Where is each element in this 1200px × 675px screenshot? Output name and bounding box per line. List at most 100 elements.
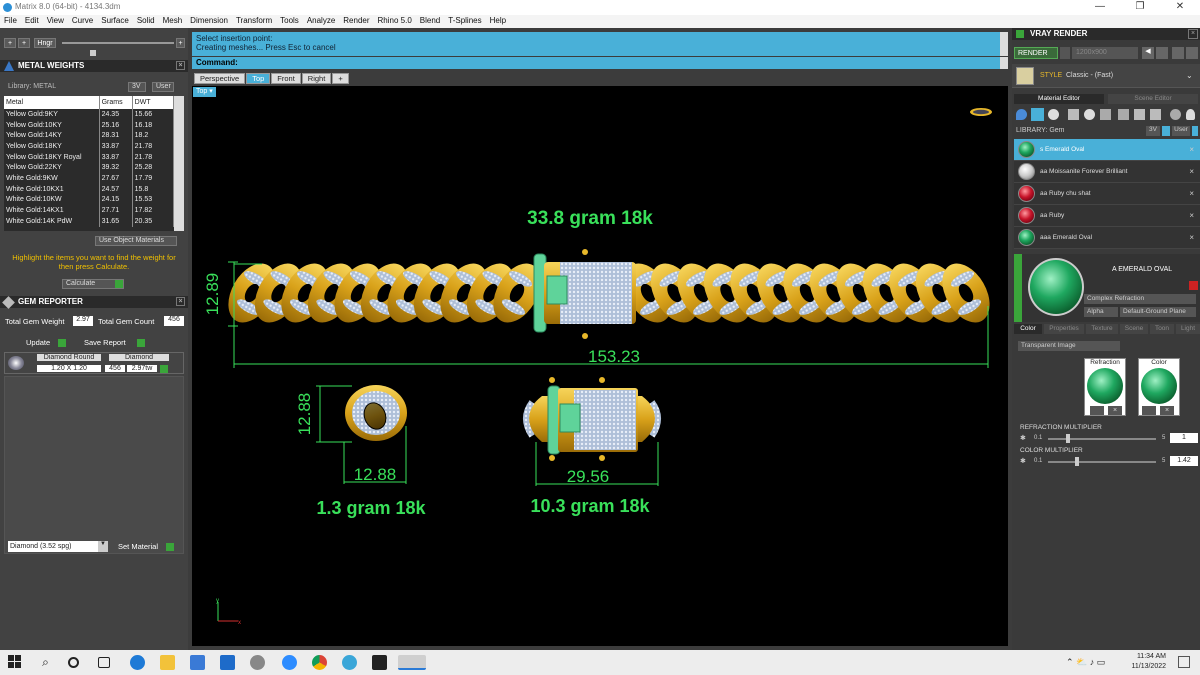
- app-icon-2[interactable]: [342, 655, 357, 670]
- refraction-pick-icon[interactable]: [1090, 406, 1104, 415]
- menu-render[interactable]: Render: [339, 15, 373, 26]
- command-scrollbar[interactable]: [1000, 32, 1008, 56]
- checker-icon[interactable]: [1134, 109, 1145, 120]
- style-bar[interactable]: STYLE Classic - (Fast) ⌄: [1012, 64, 1200, 88]
- windows-start-icon[interactable]: [8, 655, 23, 670]
- sphere-icon[interactable]: [1048, 109, 1059, 120]
- update-arrow-icon[interactable]: [58, 339, 66, 347]
- material-list-item[interactable]: aa Ruby ×: [1014, 205, 1200, 227]
- grid-icon-2[interactable]: [1118, 109, 1129, 120]
- use-object-materials-dropdown[interactable]: Use Object Materials: [95, 236, 177, 246]
- menu-edit[interactable]: Edit: [21, 15, 43, 26]
- refraction-slider-track[interactable]: [1048, 438, 1156, 440]
- table-row[interactable]: Yellow Gold:9KY 24.35 15.66: [4, 109, 175, 120]
- table-row[interactable]: White Gold:9KW 27.67 17.79: [4, 173, 175, 184]
- set-material-arrow-icon[interactable]: [166, 543, 174, 551]
- close-button[interactable]: ✕: [1160, 1, 1200, 12]
- notification-icon[interactable]: [1178, 656, 1190, 668]
- menu-dimension[interactable]: Dimension: [186, 15, 232, 26]
- table-row[interactable]: Yellow Gold:14KY 28.31 18.2: [4, 130, 175, 142]
- table-row[interactable]: White Gold:14K PdW 31.65 20.35: [4, 215, 175, 227]
- close-icon-2[interactable]: ×: [176, 297, 185, 306]
- tab-toon[interactable]: Toon: [1150, 324, 1174, 334]
- grid-icon[interactable]: [1100, 109, 1111, 120]
- menu-transform[interactable]: Transform: [232, 15, 276, 26]
- menu-rhino[interactable]: Rhino 5.0: [374, 15, 416, 26]
- menu-mesh[interactable]: Mesh: [159, 15, 187, 26]
- app-icon[interactable]: [250, 655, 265, 670]
- bulb-icon[interactable]: [1186, 109, 1195, 120]
- cortana-icon[interactable]: [68, 657, 79, 668]
- column-header-dwt[interactable]: DWT: [132, 96, 175, 109]
- refraction-value[interactable]: 1: [1170, 433, 1198, 443]
- tag-user-2[interactable]: User: [1172, 126, 1190, 136]
- chrome-icon[interactable]: [312, 655, 327, 670]
- tag-3v[interactable]: 3V: [128, 82, 146, 92]
- column-header-grams[interactable]: Grams: [99, 96, 133, 109]
- column-header-metal[interactable]: Metal: [4, 96, 100, 109]
- close-icon-3[interactable]: ×: [1188, 29, 1198, 39]
- clock-date[interactable]: 11/13/2022: [1126, 663, 1166, 670]
- tag-user[interactable]: User: [152, 82, 174, 92]
- gear-icon-2[interactable]: ✱: [1020, 457, 1030, 466]
- material-select[interactable]: Diamond (3.52 spg): [8, 541, 108, 552]
- remove-icon[interactable]: ×: [1189, 167, 1194, 176]
- menu-blend[interactable]: Blend: [416, 15, 444, 26]
- app-icon-3[interactable]: [372, 655, 387, 670]
- search-icon[interactable]: ⌕: [38, 655, 53, 670]
- tray-icons[interactable]: ⌃ ⛅ ♪ ▭: [1066, 657, 1105, 668]
- pattern-icon[interactable]: [1150, 109, 1161, 120]
- menu-view[interactable]: View: [43, 15, 68, 26]
- add-icon[interactable]: +: [4, 38, 16, 48]
- tab-light[interactable]: Light: [1176, 324, 1200, 334]
- complex-refraction-select[interactable]: Complex Refraction: [1084, 294, 1196, 304]
- table-scrollbar[interactable]: [174, 96, 184, 231]
- tab-right[interactable]: Right: [301, 73, 332, 84]
- tab-material-editor[interactable]: Material Editor: [1014, 94, 1104, 104]
- material-icon[interactable]: [1031, 108, 1044, 121]
- save-arrow-icon[interactable]: [137, 339, 145, 347]
- material-list-item[interactable]: aaa Emerald Oval ×: [1014, 227, 1200, 249]
- tab-add[interactable]: +: [332, 73, 349, 84]
- table-row[interactable]: Yellow Gold:10KY 25.16 16.18: [4, 119, 175, 131]
- settings-icon[interactable]: [1186, 47, 1198, 59]
- tab-scene[interactable]: Scene: [1120, 324, 1148, 334]
- table-row[interactable]: White Gold:14KX1 27.71 17.82: [4, 205, 175, 216]
- ground-plane-select[interactable]: Default-Ground Plane: [1120, 307, 1196, 317]
- update-button[interactable]: Update: [26, 338, 50, 347]
- texture-icon[interactable]: [1068, 109, 1079, 120]
- transparent-image-select[interactable]: Transparent Image: [1018, 341, 1120, 351]
- material-list-item[interactable]: aa Moissanite Forever Brilliant ×: [1014, 161, 1200, 183]
- menu-solid[interactable]: Solid: [133, 15, 159, 26]
- resolution-field[interactable]: 1200x900: [1072, 47, 1138, 59]
- menu-tsplines[interactable]: T-Splines: [444, 15, 485, 26]
- minimize-button[interactable]: —: [1080, 1, 1120, 12]
- remove-icon[interactable]: ×: [1189, 145, 1194, 154]
- sphere-icon-3[interactable]: [1170, 109, 1181, 120]
- save-icon[interactable]: [1172, 47, 1184, 59]
- gem-arrow-icon[interactable]: [160, 365, 168, 373]
- zoom-icon[interactable]: [282, 655, 297, 670]
- table-row[interactable]: Yellow Gold:18KY Royal 33.87 21.78: [4, 151, 175, 163]
- command-prompt-scroll[interactable]: [1000, 57, 1008, 69]
- table-row[interactable]: Yellow Gold:22KY 39.32 25.28: [4, 162, 175, 174]
- tab-front[interactable]: Front: [271, 73, 301, 84]
- collapse-handle[interactable]: [1014, 254, 1022, 322]
- color-pick-icon[interactable]: [1142, 406, 1156, 415]
- refresh-icon[interactable]: [1189, 281, 1198, 290]
- tag-3v-2[interactable]: 3V: [1146, 126, 1160, 136]
- store-icon[interactable]: [190, 655, 205, 670]
- tab-scene-editor[interactable]: Scene Editor: [1108, 94, 1198, 104]
- alpha-select[interactable]: Alpha: [1084, 307, 1118, 317]
- prev-icon[interactable]: ◀: [1142, 47, 1154, 59]
- hinge-button[interactable]: Hngr: [34, 38, 56, 48]
- refraction-slider-handle[interactable]: [1065, 434, 1070, 443]
- tag-info-icon-2[interactable]: [1192, 126, 1198, 136]
- file-explorer-icon[interactable]: [160, 655, 175, 670]
- tab-perspective[interactable]: Perspective: [194, 73, 246, 84]
- table-row[interactable]: Yellow Gold:18KY 33.87 21.78: [4, 141, 175, 152]
- task-view-icon[interactable]: [98, 657, 110, 668]
- drop-icon[interactable]: [1016, 109, 1027, 120]
- menu-curve[interactable]: Curve: [68, 15, 97, 26]
- color-slider-handle[interactable]: [1075, 457, 1080, 466]
